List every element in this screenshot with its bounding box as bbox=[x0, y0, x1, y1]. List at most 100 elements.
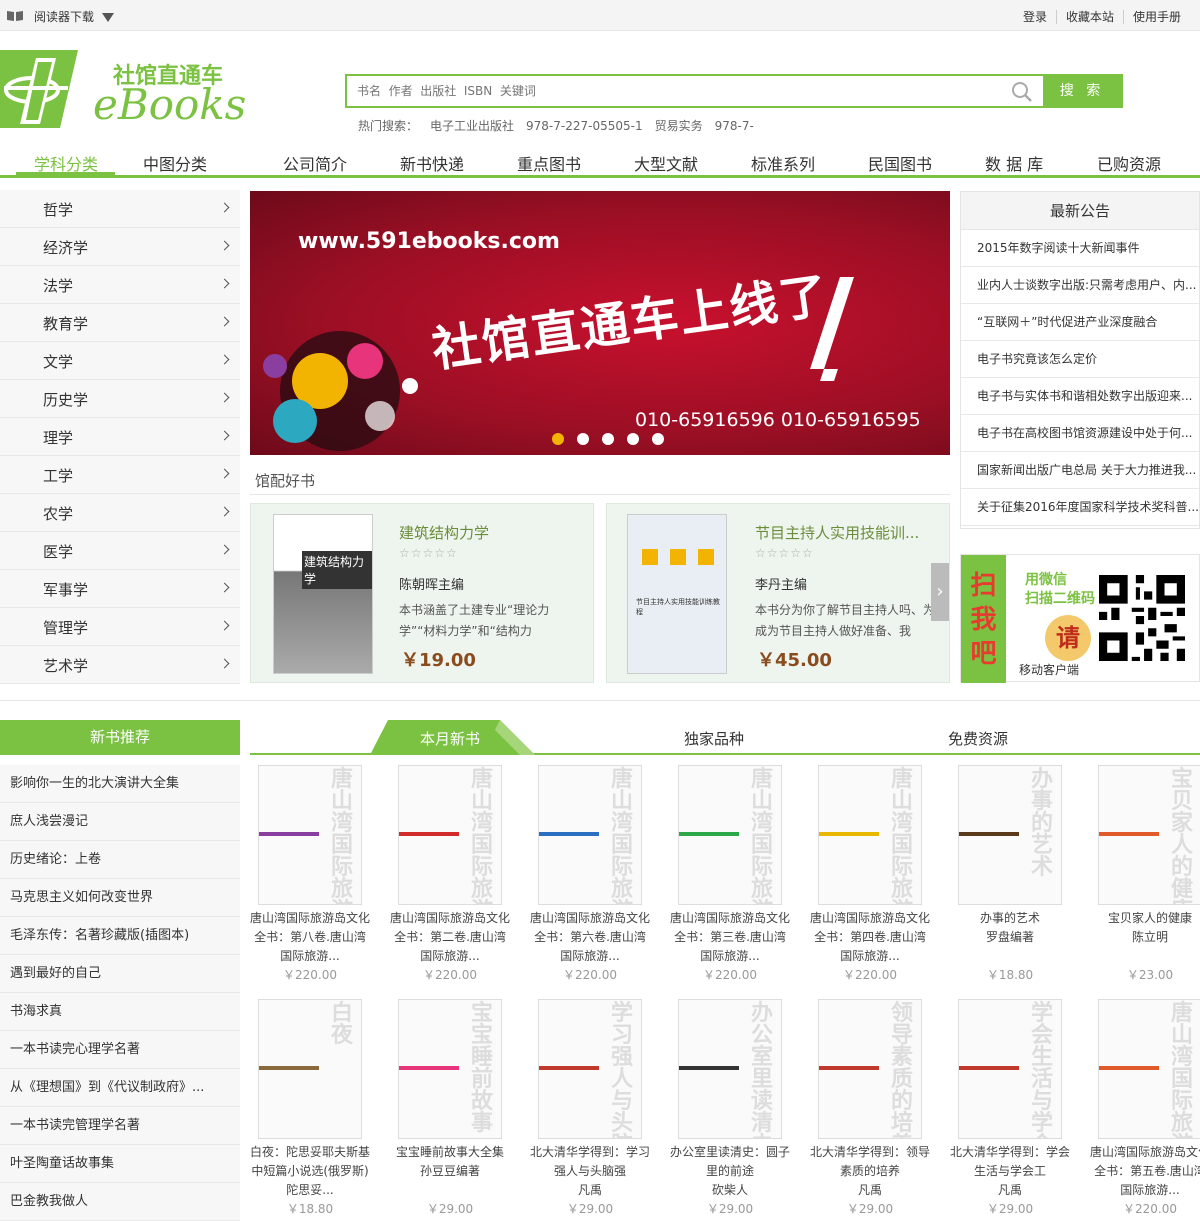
hot-term[interactable]: 贸易实务 bbox=[655, 119, 703, 133]
notice-item[interactable]: 电子书与实体书和谐相处数字出版迎来... bbox=[961, 378, 1199, 415]
hot-term[interactable]: 978-7- bbox=[715, 119, 754, 133]
sidebar-item[interactable]: 军事学 bbox=[0, 570, 240, 608]
sidebar-item[interactable]: 文学 bbox=[0, 342, 240, 380]
list-item[interactable]: 书海求真 bbox=[0, 993, 240, 1031]
book-title[interactable]: 建筑结构力学 bbox=[399, 522, 489, 543]
book-cover[interactable]: 宝贝家人的健康 bbox=[1098, 765, 1200, 905]
book-title[interactable]: 唐山湾国际旅游岛文化全书：第六卷.唐山湾国际旅游... bbox=[530, 909, 650, 966]
sidebar-item[interactable]: 农学 bbox=[0, 494, 240, 532]
notice-item[interactable]: 电子书在高校图书馆资源建设中处于何... bbox=[961, 415, 1199, 452]
book-tile[interactable]: 唐山湾国际旅游岛文化全书唐山湾国际旅游岛文化全书：第五卷.唐山湾国际旅游... ￥… bbox=[1090, 999, 1200, 1217]
book-cover[interactable]: 办公室里读清史 bbox=[678, 999, 782, 1139]
sidebar-item[interactable]: 哲学 bbox=[0, 190, 240, 228]
carousel-dot[interactable] bbox=[627, 433, 639, 445]
notice-item[interactable]: “互联网＋”时代促进产业深度融合 bbox=[961, 304, 1199, 341]
book-cover[interactable]: 唐山湾国际旅游岛文化全书 bbox=[1098, 999, 1200, 1139]
list-item[interactable]: 一本书读完管理学名著 bbox=[0, 1107, 240, 1145]
site-logo[interactable]: 社馆直通车 eBooks bbox=[0, 50, 260, 130]
book-tile[interactable]: 办事的艺术 办事的艺术 罗盘编著 ￥18.80 bbox=[950, 765, 1070, 983]
book-title[interactable]: 办事的艺术 罗盘编著 bbox=[950, 909, 1070, 966]
carousel-dot[interactable] bbox=[552, 433, 564, 445]
nav-new-books[interactable]: 新书快递 bbox=[400, 151, 464, 175]
sidebar-item[interactable]: 医学 bbox=[0, 532, 240, 570]
nav-literature[interactable]: 大型文献 bbox=[634, 151, 698, 175]
book-cover[interactable]: 唐山湾国际旅游岛文化全书 bbox=[398, 765, 502, 905]
hot-term[interactable]: 978-7-227-05505-1 bbox=[526, 119, 643, 133]
reader-download-link[interactable]: 阅读器下载 bbox=[6, 8, 115, 25]
book-title[interactable]: 白夜：陀思妥耶夫斯基中短篇小说选(俄罗斯) 陀思妥... bbox=[250, 1143, 370, 1200]
search-icon[interactable] bbox=[1011, 81, 1033, 103]
notice-item[interactable]: 国家新闻出版广电总局 关于大力推进我... bbox=[961, 452, 1199, 489]
search-button[interactable]: 搜 索 bbox=[1043, 76, 1121, 106]
nav-standards[interactable]: 标准系列 bbox=[751, 151, 815, 175]
book-title[interactable]: 唐山湾国际旅游岛文化全书：第八卷.唐山湾国际旅游... bbox=[250, 909, 370, 966]
qr-code-icon[interactable] bbox=[1099, 575, 1185, 661]
book-title[interactable]: 唐山湾国际旅游岛文化全书：第五卷.唐山湾国际旅游... bbox=[1090, 1143, 1200, 1200]
promo-banner[interactable]: www.591ebooks.com 社馆直通车上线了 010-65916596 … bbox=[250, 191, 950, 455]
book-cover[interactable]: 唐山湾国际旅游岛文化全书 bbox=[678, 765, 782, 905]
nav-republic[interactable]: 民国图书 bbox=[868, 151, 932, 175]
list-item[interactable]: 巴金教我做人 bbox=[0, 1183, 240, 1221]
book-tile[interactable]: 办公室里读清史办公室里读清史：圆子里的前途砍柴人 ￥29.00 bbox=[670, 999, 790, 1217]
book-title[interactable]: 唐山湾国际旅游岛文化全书：第三卷.唐山湾国际旅游... bbox=[670, 909, 790, 966]
notice-item[interactable]: 业内人士谈数字出版:只需考虑用户、内... bbox=[961, 267, 1199, 304]
sidebar-item[interactable]: 工学 bbox=[0, 456, 240, 494]
book-tile[interactable]: 宝宝睡前故事 宝宝睡前故事大全集 孙豆豆编著 ￥29.00 bbox=[390, 999, 510, 1217]
book-tile[interactable]: 唐山湾国际旅游岛文化全书唐山湾国际旅游岛文化全书：第三卷.唐山湾国际旅游... ￥… bbox=[670, 765, 790, 983]
hot-term[interactable]: 电子工业出版社 bbox=[430, 119, 514, 133]
book-tile[interactable]: 唐山湾国际旅游岛文化全书唐山湾国际旅游岛文化全书：第八卷.唐山湾国际旅游... ￥… bbox=[250, 765, 370, 983]
sidebar-item[interactable]: 法学 bbox=[0, 266, 240, 304]
list-item[interactable]: 历史绪论：上卷 bbox=[0, 841, 240, 879]
book-cover[interactable]: 白夜 bbox=[258, 999, 362, 1139]
manual-link[interactable]: 使用手册 bbox=[1122, 10, 1190, 24]
book-tile[interactable]: 学会生活与学会工作北大清华学得到：学会生活与学会工凡禹 ￥29.00 bbox=[950, 999, 1070, 1217]
book-title[interactable]: 北大清华学得到：领导素质的培养 凡禹 bbox=[810, 1143, 930, 1200]
tab-exclusive[interactable]: 独家品种 bbox=[684, 728, 744, 749]
book-cover[interactable]: 建筑结构力学 bbox=[273, 514, 373, 674]
book-tile[interactable]: 白夜 白夜：陀思妥耶夫斯基中短篇小说选(俄罗斯) 陀思妥... ￥18.80 bbox=[250, 999, 370, 1217]
search-input[interactable] bbox=[347, 76, 1043, 106]
book-cover[interactable]: 唐山湾国际旅游岛文化全书 bbox=[538, 765, 642, 905]
list-item[interactable]: 从《理想国》到《代议制政府》... bbox=[0, 1069, 240, 1107]
list-item[interactable]: 马克思主义如何改变世界 bbox=[0, 879, 240, 917]
book-tile[interactable]: 宝贝家人的健康宝贝家人的健康陈立明￥23.00 bbox=[1090, 765, 1200, 983]
book-title[interactable]: 宝宝睡前故事大全集 孙豆豆编著 bbox=[390, 1143, 510, 1200]
nav-key-books[interactable]: 重点图书 bbox=[517, 151, 581, 175]
tab-this-month[interactable]: 本月新书 bbox=[420, 728, 480, 749]
book-cover[interactable]: 宝宝睡前故事 bbox=[398, 999, 502, 1139]
book-cover[interactable]: 学会生活与学会工作 bbox=[958, 999, 1062, 1139]
bookmark-link[interactable]: 收藏本站 bbox=[1055, 10, 1123, 24]
book-tile[interactable]: 唐山湾国际旅游岛文化全书唐山湾国际旅游岛文化全书：第四卷.唐山湾国际旅游... ￥… bbox=[810, 765, 930, 983]
sidebar-item[interactable]: 历史学 bbox=[0, 380, 240, 418]
book-title[interactable]: 北大清华学得到：学会生活与学会工 凡禹 bbox=[950, 1143, 1070, 1200]
carousel-dot[interactable] bbox=[602, 433, 614, 445]
next-arrow-icon[interactable]: › bbox=[931, 563, 949, 621]
nav-clc[interactable]: 中图分类 bbox=[143, 151, 207, 175]
nav-about[interactable]: 公司简介 bbox=[283, 151, 347, 175]
tab-free[interactable]: 免费资源 bbox=[948, 728, 1008, 749]
book-title[interactable]: 节目主持人实用技能训... bbox=[755, 522, 919, 543]
book-title[interactable]: 唐山湾国际旅游岛文化全书：第四卷.唐山湾国际旅游... bbox=[810, 909, 930, 966]
list-item[interactable]: 遇到最好的自己 bbox=[0, 955, 240, 993]
sidebar-item[interactable]: 教育学 bbox=[0, 304, 240, 342]
book-cover[interactable]: 唐山湾国际旅游岛文化全书 bbox=[258, 765, 362, 905]
book-title[interactable]: 唐山湾国际旅游岛文化全书：第二卷.唐山湾国际旅游... bbox=[390, 909, 510, 966]
nav-purchased[interactable]: 已购资源 bbox=[1097, 151, 1161, 175]
carousel-dot[interactable] bbox=[652, 433, 664, 445]
book-tile[interactable]: 唐山湾国际旅游岛文化全书唐山湾国际旅游岛文化全书：第二卷.唐山湾国际旅游... ￥… bbox=[390, 765, 510, 983]
book-title[interactable]: 北大清华学得到：学习强人与头脑强 凡禹 bbox=[530, 1143, 650, 1200]
chevron-down-icon[interactable] bbox=[102, 13, 115, 22]
book-tile[interactable]: 领导素质的培养北大清华学得到：领导素质的培养凡禹 ￥29.00 bbox=[810, 999, 930, 1217]
notice-item[interactable]: 电子书究竟该怎么定价 bbox=[961, 341, 1199, 378]
book-cover[interactable]: 唐山湾国际旅游岛文化全书 bbox=[818, 765, 922, 905]
book-card[interactable]: 建筑结构力学 建筑结构力学 ☆☆☆☆☆ 陈朝晖主编 本书涵盖了土建专业“理论力学… bbox=[250, 503, 594, 683]
list-item[interactable]: 庶人浅尝漫记 bbox=[0, 803, 240, 841]
book-tile[interactable]: 唐山湾国际旅游岛文化全书唐山湾国际旅游岛文化全书：第六卷.唐山湾国际旅游... ￥… bbox=[530, 765, 650, 983]
login-link[interactable]: 登录 bbox=[1014, 10, 1056, 24]
list-item[interactable]: 毛泽东传：名著珍藏版(插图本) bbox=[0, 917, 240, 955]
book-tile[interactable]: 学习强人与头脑强人北大清华学得到：学习强人与头脑强凡禹 ￥29.00 bbox=[530, 999, 650, 1217]
book-card[interactable]: 节目主持人实用技能训练教程 节目主持人实用技能训... ☆☆☆☆☆ 李丹主编 本… bbox=[606, 503, 950, 683]
sidebar-item[interactable]: 理学 bbox=[0, 418, 240, 456]
list-item[interactable]: 叶圣陶童话故事集 bbox=[0, 1145, 240, 1183]
book-cover[interactable]: 学习强人与头脑强人 bbox=[538, 999, 642, 1139]
